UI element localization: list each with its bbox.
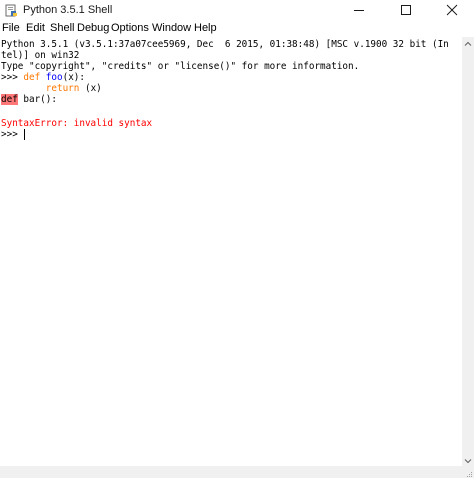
code-text: (x):	[62, 72, 85, 83]
error-message: SyntaxError: invalid syntax	[1, 118, 153, 129]
menu-edit[interactable]: Edit	[26, 22, 45, 35]
shell-text-area[interactable]: Python 3.5.1 (v3.5.1:37a07cee5969, Dec 6…	[0, 37, 462, 466]
text-cursor	[24, 129, 25, 140]
window-title: Python 3.5.1 Shell	[23, 4, 113, 16]
code-text: bar():	[17, 94, 57, 105]
maximize-icon	[401, 5, 411, 15]
current-prompt: >>>	[1, 129, 24, 140]
menu-shell[interactable]: Shell	[50, 22, 74, 35]
maximize-button[interactable]	[383, 0, 427, 21]
vertical-scrollbar[interactable]	[462, 37, 474, 466]
input-line: return (x)	[1, 83, 102, 94]
error-highlight: def	[1, 94, 18, 105]
input-line: def bar():	[1, 94, 57, 105]
title-bar[interactable]: Python 3.5.1 Shell	[0, 0, 474, 21]
code-text: (x)	[79, 83, 102, 94]
shell-prompt: >>>	[1, 72, 24, 83]
status-bar	[0, 466, 474, 478]
close-icon	[446, 4, 458, 16]
chevron-up-icon	[464, 41, 472, 46]
menu-bar: File Edit Shell Debug Options Window Hel…	[0, 21, 474, 36]
python-idle-icon[interactable]	[5, 4, 18, 17]
close-button[interactable]	[430, 0, 474, 21]
menu-help[interactable]: Help	[194, 22, 217, 35]
scrollbar-thumb[interactable]	[464, 50, 472, 453]
minimize-icon	[354, 10, 364, 11]
banner-line: tel)] on win32	[1, 50, 80, 61]
menu-options[interactable]: Options	[111, 22, 149, 35]
idle-shell-window: Python 3.5.1 Shell File Edit Shell Debug…	[0, 0, 474, 478]
resize-grip-icon[interactable]	[463, 467, 473, 477]
menu-debug[interactable]: Debug	[77, 22, 109, 35]
banner-line: Type "copyright", "credits" or "license(…	[1, 61, 360, 72]
scroll-up-button[interactable]	[462, 37, 474, 49]
function-name: foo	[45, 72, 63, 83]
scroll-down-button[interactable]	[462, 454, 474, 466]
input-line: >>> def foo(x):	[1, 72, 85, 83]
keyword: return	[45, 83, 80, 94]
menu-file[interactable]: File	[2, 22, 20, 35]
banner-line: Python 3.5.1 (v3.5.1:37a07cee5969, Dec 6…	[1, 39, 449, 50]
keyword: def	[23, 72, 41, 83]
minimize-button[interactable]	[336, 0, 380, 21]
menu-window[interactable]: Window	[152, 22, 191, 35]
